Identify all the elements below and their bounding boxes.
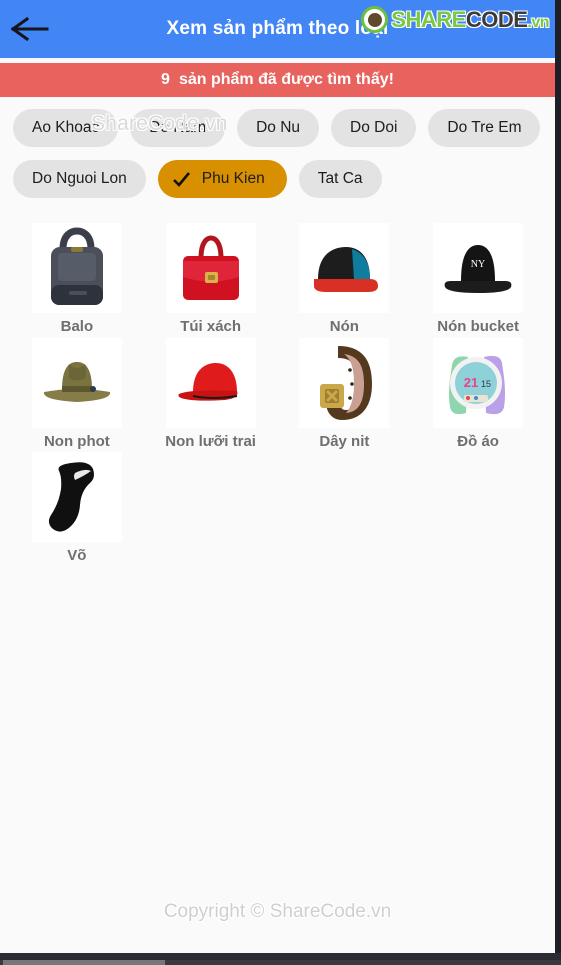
chip-label: Do Nu xyxy=(256,119,301,136)
baseball-cap-image xyxy=(171,356,251,410)
backpack-image xyxy=(41,227,113,309)
product-label: Võ xyxy=(67,547,87,564)
chip-label: Do Nguoi Lon xyxy=(32,170,127,187)
chip-do-doi[interactable]: Do Doi xyxy=(331,109,417,147)
system-bar xyxy=(0,953,561,960)
bucket-hat-image: NY xyxy=(439,237,517,299)
chip-label: Ao Khoac xyxy=(32,119,100,136)
product-label: Balo xyxy=(60,318,94,335)
chip-phu-kien[interactable]: Phu Kien xyxy=(157,160,287,198)
app-screen: Xem sản phẩm theo loại 9 sản phẩm đã đượ… xyxy=(0,0,555,953)
page-title: Xem sản phẩm theo loại xyxy=(166,18,389,39)
product-card[interactable]: Dây nit xyxy=(278,337,412,451)
chip-label: Do Doi xyxy=(350,119,398,136)
product-label: Túi xách xyxy=(180,318,242,335)
product-label: Đồ áo xyxy=(457,432,499,450)
chip-label: Do Nam xyxy=(149,119,207,136)
chip-label: Phu Kien xyxy=(201,170,265,187)
chip-do-nu[interactable]: Do Nu xyxy=(237,109,320,147)
svg-text:21: 21 xyxy=(464,375,478,390)
chip-do-nam[interactable]: Do Nam xyxy=(130,109,226,147)
product-thumbnail xyxy=(165,337,256,428)
product-label: Nón bucket xyxy=(437,318,519,335)
chip-do-nguoi-lon[interactable]: Do Nguoi Lon xyxy=(13,160,146,198)
chip-do-tre-em[interactable]: Do Tre Em xyxy=(428,109,541,147)
product-thumbnail xyxy=(299,337,390,428)
smartwatch-image: 21 15 xyxy=(438,345,518,421)
product-thumbnail: 21 15 xyxy=(433,337,524,428)
product-label: Non lưỡi trai xyxy=(165,432,256,450)
snapback-cap-image xyxy=(304,239,384,297)
filter-chips-row-1: Ao Khoac Do Nam Do Nu Do Doi Do Tre Em xyxy=(10,109,545,147)
product-thumbnail: NY xyxy=(433,223,524,313)
scrollbar-thumb[interactable] xyxy=(3,960,165,965)
handbag-image xyxy=(173,228,249,308)
product-card[interactable]: Túi xách xyxy=(144,223,278,336)
chip-label: Do Tre Em xyxy=(447,119,522,136)
chip-tat-ca[interactable]: Tat Ca xyxy=(298,160,382,198)
back-button[interactable] xyxy=(0,0,62,58)
result-banner: 9 sản phẩm đã được tìm thấy! xyxy=(0,63,555,97)
belt-image xyxy=(308,340,380,426)
result-count: 9 xyxy=(161,71,170,88)
product-grid: Balo Túi xách Nón NY Nón bucket Non phot… xyxy=(0,217,555,565)
svg-text:NY: NY xyxy=(471,259,485,270)
fedora-hat-image xyxy=(36,354,118,412)
product-thumbnail xyxy=(31,223,122,313)
sock-image xyxy=(45,455,109,539)
product-thumbnail xyxy=(31,452,122,542)
product-card[interactable]: Non lưỡi trai xyxy=(144,337,278,451)
product-card[interactable]: Balo xyxy=(10,223,144,336)
product-label: Nón xyxy=(329,318,359,335)
arrow-left-icon xyxy=(11,16,51,42)
result-message: sản phẩm đã được tìm thấy! xyxy=(178,71,394,88)
product-label: Non phot xyxy=(43,432,110,450)
product-label: Dây nit xyxy=(319,432,370,450)
product-thumbnail xyxy=(31,337,122,428)
product-card[interactable]: Nón xyxy=(278,223,412,336)
check-icon xyxy=(172,170,191,189)
chip-ao-khoac[interactable]: Ao Khoac xyxy=(13,109,119,147)
product-card[interactable]: NY Nón bucket xyxy=(411,223,545,336)
product-card[interactable]: Võ xyxy=(10,452,144,565)
app-bar: Xem sản phẩm theo loại xyxy=(0,0,555,58)
footer-copyright: Copyright © ShareCode.vn xyxy=(163,901,392,922)
svg-text:15: 15 xyxy=(481,379,491,389)
product-thumbnail xyxy=(165,223,256,313)
product-card[interactable]: 21 15 Đồ áo xyxy=(411,337,545,451)
product-card[interactable]: Non phot xyxy=(10,337,144,451)
chip-label: Tat Ca xyxy=(317,170,363,187)
filter-chips-row-2: Do Nguoi Lon Phu Kien Tat Ca xyxy=(10,160,545,198)
filter-chips-area: Ao Khoac Do Nam Do Nu Do Doi Do Tre Em D… xyxy=(0,97,555,217)
product-thumbnail xyxy=(299,223,390,313)
